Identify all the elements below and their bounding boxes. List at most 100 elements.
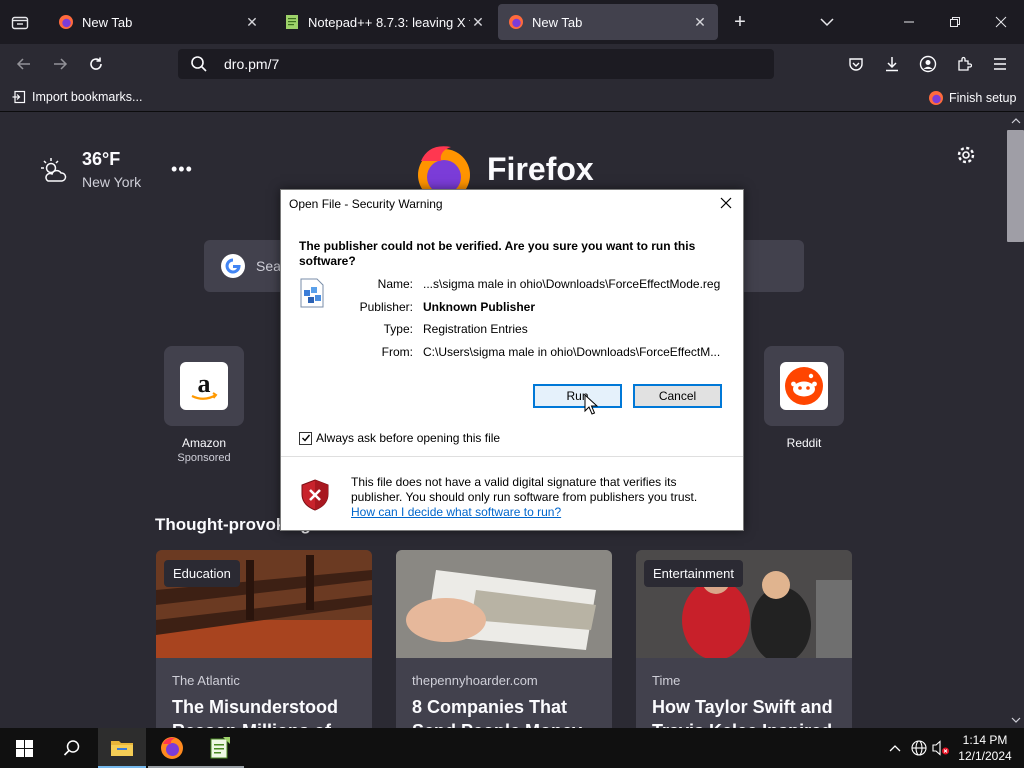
story-category-tag: Entertainment — [644, 560, 743, 587]
field-key: Type: — [383, 322, 413, 336]
new-tab-button[interactable]: + — [718, 0, 762, 44]
story-category-tag: Education — [164, 560, 240, 587]
tab-overview-icon — [11, 16, 29, 30]
dialog-close-button[interactable] — [717, 194, 735, 212]
dialog-field-from: From: C:\Users\sigma male in ohio\Downlo… — [341, 345, 721, 359]
menu-button[interactable] — [986, 50, 1014, 78]
mouse-cursor-icon — [584, 394, 598, 415]
svg-text:a: a — [198, 369, 211, 398]
close-icon[interactable]: ✕ — [244, 14, 260, 31]
minimize-button[interactable] — [886, 0, 932, 44]
volume-muted-icon — [932, 740, 949, 756]
close-window-button[interactable] — [978, 0, 1024, 44]
field-value: ...s\sigma male in ohio\Downloads\ForceE… — [423, 277, 721, 291]
checkbox-label: Always ask before opening this file — [316, 431, 501, 445]
help-link[interactable]: How can I decide what software to run? — [351, 505, 561, 519]
taskbar-file-explorer[interactable] — [98, 728, 146, 768]
story-card-time[interactable]: Entertainment Time How Taylor Swift and … — [636, 550, 852, 728]
bookmarks-toolbar: Import bookmarks... Finish setup — [0, 84, 1024, 112]
close-icon[interactable]: ✕ — [692, 14, 708, 31]
close-icon — [995, 16, 1007, 28]
restore-button[interactable] — [932, 0, 978, 44]
clock-time: 1:14 PM — [962, 733, 1008, 747]
top-site-name: Amazon — [181, 436, 227, 450]
account-icon — [919, 55, 937, 73]
scrollbar-thumb[interactable] — [1007, 130, 1024, 242]
forward-button[interactable] — [46, 50, 74, 78]
firefox-icon — [509, 15, 523, 29]
always-ask-checkbox[interactable]: Always ask before opening this file — [299, 431, 500, 445]
checkbox-checked[interactable] — [299, 431, 312, 445]
dialog-question: The publisher could not be verified. Are… — [299, 239, 696, 268]
weather-options-button[interactable]: ••• — [171, 159, 193, 180]
finish-setup-button[interactable]: Finish setup — [928, 90, 1016, 106]
firefox-icon — [929, 91, 943, 105]
story-card-atlantic[interactable]: Education The Atlantic The Misunderstood… — [156, 550, 372, 728]
story-card-pennyhoarder[interactable]: thepennyhoarder.com 8 Companies That Sen… — [396, 550, 612, 728]
personalize-button[interactable] — [956, 145, 976, 170]
url-bar[interactable]: dro.pm/7 — [178, 49, 774, 79]
taskbar-clock[interactable]: 1:14 PM 12/1/2024 — [952, 732, 1018, 764]
extensions-button[interactable] — [950, 50, 978, 78]
story-headline: The Misunderstood Reason Millions of — [172, 697, 338, 728]
plus-icon: + — [734, 10, 746, 33]
firefox-brand-text: Firefox — [487, 150, 594, 187]
dialog-field-publisher: Publisher: Unknown Publisher — [341, 300, 535, 314]
amazon-icon: a — [180, 362, 228, 410]
notepadpp-icon — [210, 737, 230, 759]
field-value: C:\Users\sigma male in ohio\Downloads\Fo… — [423, 345, 721, 359]
story-source: Time — [652, 673, 681, 688]
amazon-logo: a — [191, 369, 218, 400]
weather-widget[interactable]: 36°F New York — [40, 149, 141, 190]
taskbar-firefox[interactable] — [148, 728, 196, 768]
story-source: The Atlantic — [172, 673, 240, 688]
google-icon — [221, 254, 245, 278]
taskbar-notepadpp[interactable] — [196, 728, 244, 768]
start-button[interactable] — [0, 728, 48, 768]
tab-notepad[interactable]: Notepad++ 8.7.3: leaving X for ✕ — [274, 4, 496, 40]
cancel-button[interactable]: Cancel — [633, 384, 722, 408]
show-hidden-icons-button[interactable] — [884, 728, 906, 768]
volume-button[interactable] — [930, 728, 952, 768]
tab-new-tab-active[interactable]: New Tab ✕ — [498, 4, 718, 40]
arrow-right-icon — [54, 58, 68, 70]
reddit-logo — [785, 367, 823, 405]
reload-button[interactable] — [82, 50, 110, 78]
list-all-tabs-button[interactable] — [804, 0, 850, 44]
top-site-reddit[interactable]: Reddit — [764, 346, 844, 450]
download-icon — [886, 57, 898, 72]
restore-icon — [950, 17, 960, 27]
close-icon[interactable]: ✕ — [470, 14, 486, 31]
network-button[interactable] — [908, 728, 930, 768]
run-button[interactable]: Run — [533, 384, 622, 408]
account-button[interactable] — [914, 50, 942, 78]
search-placeholder: Sea — [256, 258, 281, 274]
more-icon: ••• — [171, 159, 193, 179]
tab-list-button[interactable] — [0, 0, 40, 44]
downloads-button[interactable] — [878, 50, 906, 78]
story-image — [396, 550, 612, 658]
puzzle-icon — [958, 56, 972, 71]
scroll-up-icon — [1011, 118, 1021, 124]
firefox-icon — [161, 737, 183, 759]
gear-icon — [957, 146, 975, 164]
navigation-toolbar: dro.pm/7 — [0, 44, 1024, 84]
back-button[interactable] — [10, 50, 38, 78]
tab-label: New Tab — [532, 14, 583, 30]
top-site-amazon[interactable]: a Amazon Sponsored — [164, 346, 244, 464]
taskbar-search-button[interactable] — [48, 728, 96, 768]
hamburger-icon — [994, 58, 1006, 70]
story-headline: How Taylor Swift and Travis Kelce Inspir… — [652, 697, 833, 728]
import-bookmarks-button[interactable]: Import bookmarks... — [12, 90, 142, 104]
tab-new-tab-1[interactable]: New Tab ✕ — [48, 4, 270, 40]
pocket-button[interactable] — [842, 50, 870, 78]
dialog-title: Open File - Security Warning — [289, 197, 443, 211]
weather-temperature: 36°F — [82, 149, 121, 169]
dialog-titlebar: Open File - Security Warning — [281, 190, 743, 218]
tab-label: Notepad++ 8.7.3: leaving X for — [308, 14, 470, 30]
reload-icon — [90, 57, 102, 70]
story-source: thepennyhoarder.com — [412, 673, 538, 688]
partly-cloudy-icon — [41, 158, 67, 182]
browser-titlebar: New Tab ✕ Notepad++ 8.7.3: leaving X for… — [0, 0, 1024, 44]
dialog-warning-section: This file does not have a valid digital … — [281, 457, 743, 530]
